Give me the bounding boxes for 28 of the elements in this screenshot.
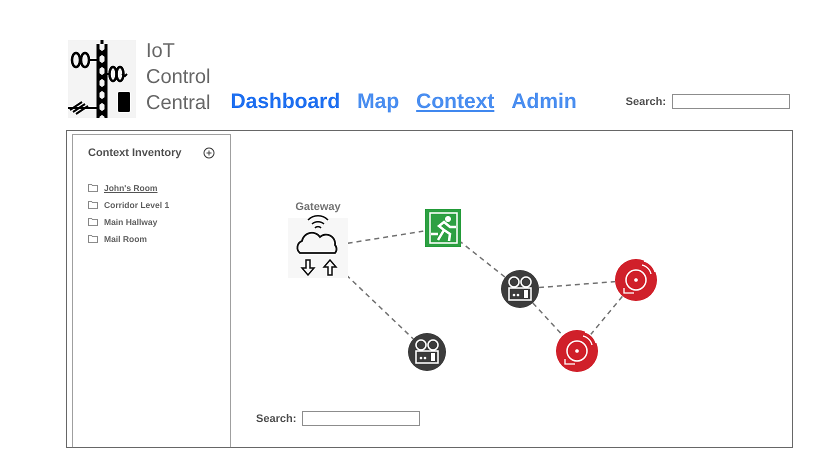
connector-line (590, 296, 624, 336)
nav-link[interactable]: Dashboard (230, 88, 340, 116)
nav-link[interactable]: Context (416, 88, 494, 116)
projector-icon[interactable] (501, 270, 539, 308)
node-label: Gateway (295, 201, 341, 213)
context-item[interactable]: John's Room (104, 182, 158, 194)
context-item[interactable]: Mail Room (104, 232, 147, 244)
context-item[interactable]: Corridor Level 1 (104, 198, 170, 210)
app-title-line: Central (146, 91, 210, 116)
search-field[interactable] (672, 94, 790, 110)
emergency-exit-icon[interactable] (425, 209, 461, 247)
sidebar-title: Context Inventory (88, 146, 182, 161)
search-field[interactable] (302, 411, 420, 426)
app-title-line: Control (146, 65, 210, 90)
nav-link[interactable]: Admin (511, 88, 577, 116)
nav-link[interactable]: Map (357, 88, 400, 116)
projector-icon[interactable] (408, 333, 446, 371)
app-title-line: IoT (146, 39, 176, 64)
alarm-bell-icon[interactable] (556, 330, 598, 372)
radio-tower-logo-icon (68, 40, 136, 118)
search-label: Search: (626, 94, 666, 110)
context-item[interactable]: Main Hallway (104, 216, 158, 228)
alarm-bell-icon[interactable] (615, 259, 657, 301)
connector-line (458, 240, 506, 278)
cloud-gateway-icon[interactable] (288, 215, 348, 278)
add-icon[interactable] (203, 147, 215, 160)
search-label: Search: (256, 412, 296, 426)
connector-line (532, 302, 564, 336)
